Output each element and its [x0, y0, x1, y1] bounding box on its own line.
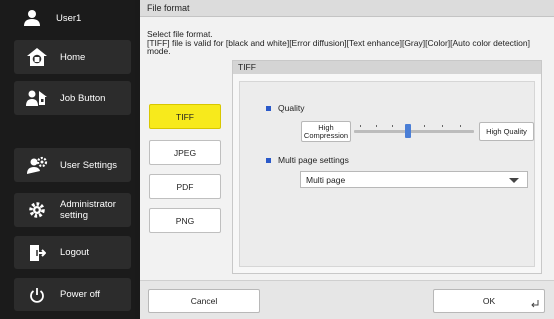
format-button-pdf[interactable]: PDF [149, 174, 221, 199]
tiff-settings-panel: TIFF [232, 60, 542, 274]
slider-thumb[interactable] [405, 124, 412, 138]
ok-label: OK [482, 296, 496, 306]
slider-tick [460, 125, 461, 127]
quality-slider[interactable] [354, 121, 474, 141]
high-quality-button[interactable]: High Quality [479, 122, 534, 141]
format-button-label: JPEG [173, 147, 197, 158]
multipage-label: Multi page settings [266, 155, 349, 165]
description-text: Select file format. [TIFF] file is valid… [147, 30, 543, 56]
sidebar-item-label: Home [60, 51, 86, 63]
current-user: User1 [22, 8, 81, 28]
format-button-jpeg[interactable]: JPEG [149, 140, 221, 165]
sidebar-item-label: User Settings [60, 159, 118, 171]
format-button-label: TIFF [176, 111, 194, 122]
sidebar-item-label: Logout [60, 247, 90, 258]
multipage-select-value: Multi page [306, 175, 346, 185]
page-title: File format [140, 0, 554, 17]
sidebar-item-administrator-setting[interactable]: Administrator setting [14, 193, 131, 227]
home-icon [24, 44, 50, 70]
enter-icon [531, 300, 539, 308]
power-icon [24, 282, 50, 308]
sidebar-item-user-settings[interactable]: User Settings [14, 148, 131, 182]
cancel-label: Cancel [190, 296, 218, 306]
user-settings-icon [24, 152, 50, 178]
user-icon [24, 10, 40, 26]
slider-tick [392, 125, 393, 127]
sidebar: User1 Home Job Button User Settings Admi… [0, 0, 135, 319]
panel-title: TIFF [233, 61, 541, 74]
ok-button[interactable]: OK [433, 289, 545, 313]
format-button-tiff[interactable]: TIFF [149, 104, 221, 129]
slider-tick [424, 125, 425, 127]
sidebar-item-label: Administrator setting [60, 199, 116, 221]
slider-tick [376, 125, 377, 127]
format-button-label: PNG [175, 215, 195, 226]
multipage-label-text: Multi page settings [278, 155, 349, 165]
high-quality-label: High Quality [486, 126, 527, 136]
bullet-square-icon [266, 157, 271, 163]
slider-tick [442, 125, 443, 127]
sidebar-item-power-off[interactable]: Power off [14, 278, 131, 311]
main-content: File format Select file format. [TIFF] f… [140, 0, 554, 319]
multipage-select[interactable]: Multi page [300, 171, 528, 188]
format-button-png[interactable]: PNG [149, 208, 221, 233]
user-name: User1 [56, 12, 82, 24]
slider-tick [360, 125, 361, 127]
sidebar-item-label: Job Button [60, 92, 106, 104]
job-button-icon [24, 85, 50, 111]
sidebar-item-home[interactable]: Home [14, 40, 131, 74]
quality-label-text: Quality [278, 103, 305, 113]
logout-icon [24, 240, 50, 266]
slider-track [354, 130, 474, 133]
sidebar-item-logout[interactable]: Logout [14, 236, 131, 269]
bullet-square-icon [266, 105, 271, 111]
high-compression-label: High Compression [303, 122, 349, 140]
sidebar-item-job-button[interactable]: Job Button [14, 81, 131, 115]
high-compression-button[interactable]: High Compression [301, 121, 351, 142]
quality-label: Quality [266, 103, 304, 113]
action-bar: Cancel OK [140, 280, 554, 319]
gear-icon [24, 197, 50, 223]
cancel-button[interactable]: Cancel [148, 289, 260, 313]
format-button-label: PDF [176, 181, 194, 192]
sidebar-item-label: Power off [60, 289, 100, 300]
description-line-2: [TIFF] file is valid for [black and whit… [147, 37, 530, 57]
chevron-down-icon [509, 178, 519, 183]
